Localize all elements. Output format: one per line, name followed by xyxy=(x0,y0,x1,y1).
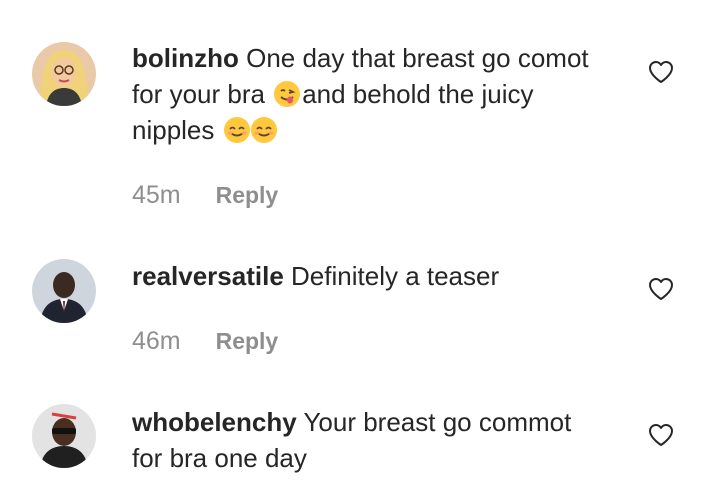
reply-button[interactable]: Reply xyxy=(216,180,279,210)
comment-body: Definitely a teaser xyxy=(291,261,500,291)
comment-body: Your breast go commot xyxy=(303,407,572,437)
comment-text: realversatile Definitely a teaser xyxy=(132,258,622,294)
comment-text: whobelenchy Your breast go commot for br… xyxy=(132,404,622,476)
comment-body: One day that breast go comot xyxy=(246,43,589,73)
face-savoring-food-emoji-icon xyxy=(273,80,301,108)
comment-body: and behold the juicy xyxy=(302,79,534,109)
avatar[interactable] xyxy=(32,259,96,323)
comment-username[interactable]: bolinzho xyxy=(132,43,239,73)
comment-meta: 46m Reply xyxy=(132,326,278,356)
comment-username[interactable]: realversatile xyxy=(132,261,284,291)
comment-body: for bra one day xyxy=(132,443,307,473)
avatar[interactable] xyxy=(32,42,96,106)
avatar[interactable] xyxy=(32,404,96,468)
smiling-face-with-smiling-eyes-emoji-icon xyxy=(250,116,278,144)
comment-text: bolinzho One day that breast go comot fo… xyxy=(132,40,622,148)
comment-timestamp: 46m xyxy=(132,327,181,355)
heart-outline-icon[interactable] xyxy=(648,277,674,301)
comment-timestamp: 45m xyxy=(132,181,181,209)
heart-outline-icon[interactable] xyxy=(648,423,674,447)
comment-username[interactable]: whobelenchy xyxy=(132,407,297,437)
smiling-face-with-smiling-eyes-emoji-icon xyxy=(223,116,251,144)
reply-button[interactable]: Reply xyxy=(216,326,279,356)
comment-meta: 45m Reply xyxy=(132,180,278,210)
comment-body: nipples xyxy=(132,115,215,145)
comment-body: for your bra xyxy=(132,79,265,109)
heart-outline-icon[interactable] xyxy=(648,60,674,84)
